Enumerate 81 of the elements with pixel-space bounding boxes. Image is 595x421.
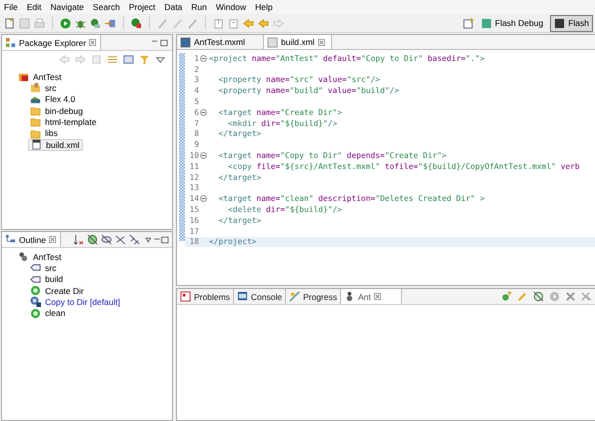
menu-item[interactable]: Window (216, 1, 246, 13)
perspective-button[interactable]: Flash Debug (477, 14, 548, 32)
view-tab[interactable]: Package Explorer (2, 35, 102, 50)
fold-icon[interactable] (200, 108, 207, 116)
tree-item[interactable]: build.xml (28, 138, 83, 151)
outline-item[interactable]: AntTest (33, 252, 62, 262)
outline-item[interactable]: build (45, 274, 63, 284)
fold-icon[interactable] (200, 152, 207, 160)
close-icon[interactable] (318, 38, 325, 46)
outline-item[interactable]: Create Dir (45, 286, 84, 296)
fold-icon[interactable] (200, 195, 207, 202)
close-icon[interactable] (48, 236, 56, 243)
file-icon (267, 36, 278, 48)
fold-icon[interactable] (200, 54, 207, 62)
close-icon[interactable] (374, 293, 381, 300)
menu-item[interactable]: Data (164, 1, 182, 13)
remove-all-icon[interactable] (581, 291, 592, 302)
menu-item[interactable]: Edit (26, 1, 42, 13)
hide-targets-icon[interactable] (87, 234, 98, 245)
progress-icon (289, 291, 300, 302)
view-menu-icon[interactable] (155, 54, 166, 65)
project-icon (18, 71, 29, 82)
menu-item[interactable]: Run (191, 1, 207, 13)
print-icon[interactable] (34, 18, 45, 28)
hide-properties-icon[interactable] (101, 234, 112, 245)
export-icon[interactable] (105, 18, 116, 28)
tree-item[interactable]: html-template (28, 116, 98, 128)
view-tab[interactable]: Console (234, 289, 286, 304)
collapse-all-icon[interactable] (107, 54, 118, 65)
view-title: Package Explorer (19, 38, 86, 48)
menu-item[interactable]: Project (128, 1, 156, 13)
outline-item[interactable]: clean (45, 308, 66, 318)
link-icon[interactable] (123, 54, 134, 65)
view-tab[interactable]: Ant (341, 289, 402, 304)
property-icon (30, 274, 41, 285)
new-file-icon[interactable] (4, 18, 15, 28)
folder-package-icon (30, 82, 41, 94)
tree-item[interactable]: src (28, 82, 58, 94)
file-icon (180, 36, 191, 48)
tree-item[interactable]: bin-debug (28, 104, 85, 116)
console-icon (236, 291, 248, 302)
sort-icon[interactable] (73, 234, 84, 245)
menu-item[interactable]: Search (92, 1, 120, 13)
menu-item[interactable]: Help (255, 1, 273, 13)
view-tab[interactable]: Problems (177, 289, 234, 304)
property-icon (30, 262, 41, 274)
folder-icon (30, 105, 41, 116)
target-icon (30, 285, 41, 296)
file-icon (31, 139, 42, 150)
run-external-icon[interactable] (131, 18, 142, 28)
hide-imports-icon[interactable] (115, 234, 126, 245)
view-menu-icon[interactable] (145, 236, 169, 244)
add-buildfile-icon[interactable] (501, 291, 512, 302)
tree-item[interactable]: libs (28, 127, 60, 139)
target-icon (30, 308, 41, 319)
package-explorer-icon (5, 37, 16, 48)
hide-internal-icon[interactable] (129, 234, 140, 245)
folder-icon (30, 128, 41, 139)
outline-item[interactable]: src (45, 262, 56, 273)
outline-item[interactable]: Copy to Dir [default] (45, 296, 120, 307)
back-icon[interactable] (258, 18, 269, 28)
remove-icon[interactable] (565, 291, 576, 302)
close-icon[interactable] (89, 39, 96, 46)
perspective-button[interactable]: Flash (550, 14, 593, 32)
tree-item[interactable]: Flex 4.0 (28, 94, 78, 105)
ant-icon (18, 251, 29, 262)
editor-tab[interactable]: build.xml (264, 35, 332, 49)
tree-item[interactable]: AntTest (16, 71, 64, 82)
outline-icon (5, 234, 16, 245)
open-perspective-icon[interactable] (463, 18, 474, 28)
back-icon[interactable] (243, 18, 254, 28)
run-icon[interactable] (60, 18, 71, 28)
run-icon[interactable] (549, 291, 560, 302)
filter-icon[interactable] (533, 291, 544, 302)
target-icon (30, 296, 41, 308)
minimize-maximize-icon[interactable] (151, 38, 169, 46)
menu-item[interactable]: Navigate (50, 1, 84, 13)
view-tab[interactable]: Outline (2, 232, 61, 247)
folder-icon (30, 116, 41, 128)
view-title: Outline (19, 234, 46, 244)
menu-item[interactable]: File (4, 1, 18, 13)
